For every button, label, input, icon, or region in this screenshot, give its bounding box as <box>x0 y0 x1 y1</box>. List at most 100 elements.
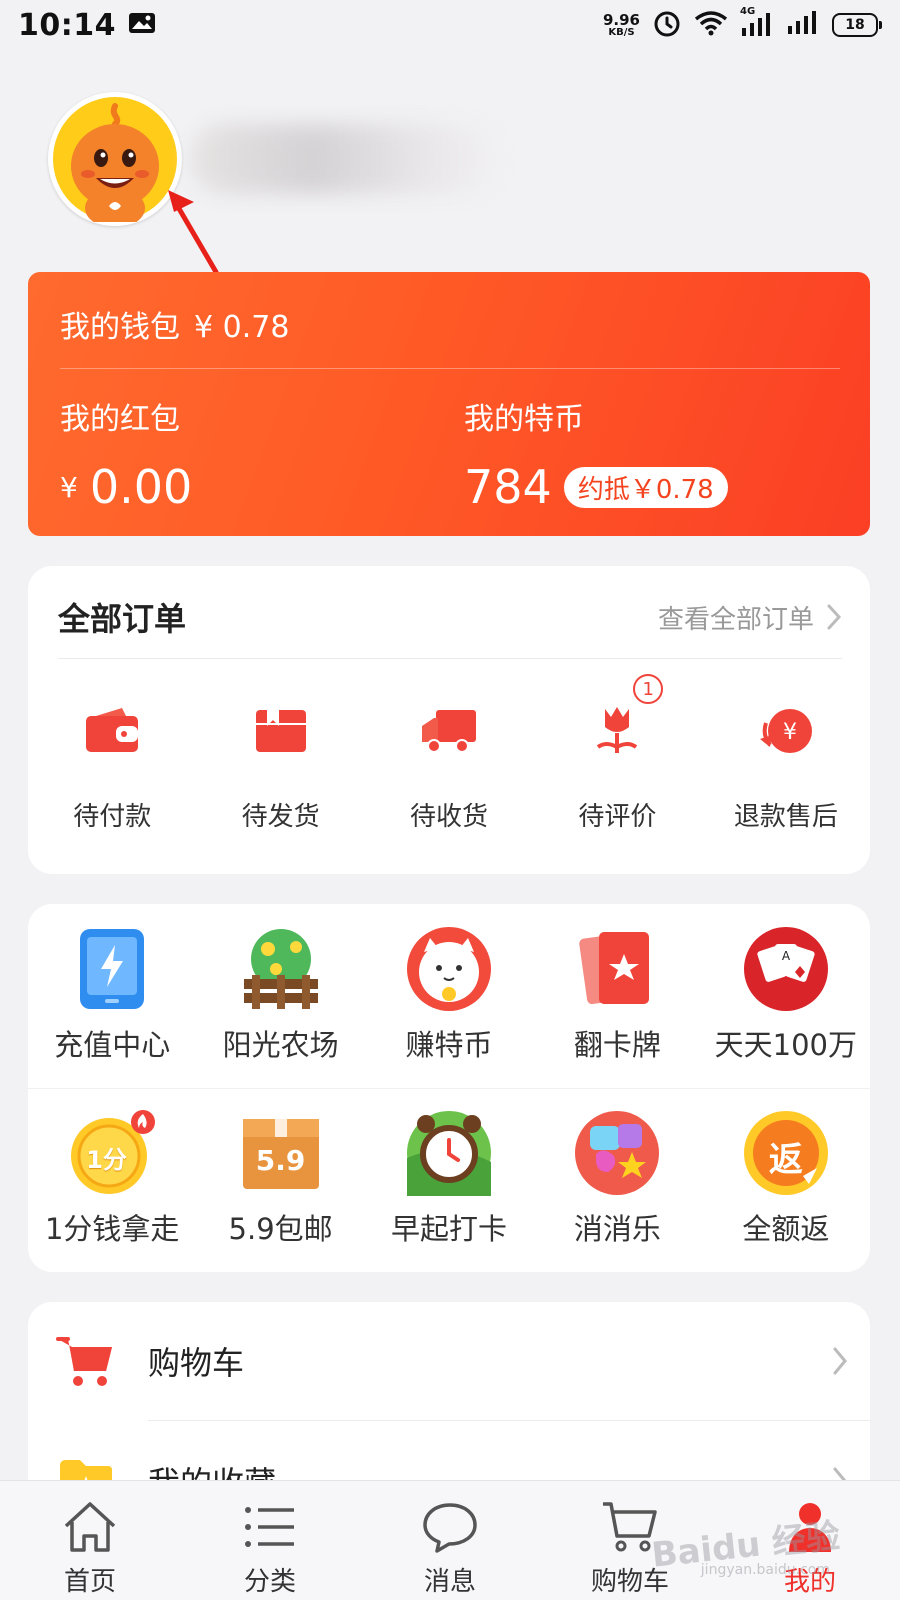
wallet-summary[interactable]: 我的钱包 ¥ 0.78 <box>60 302 289 346</box>
cards-icon <box>574 926 660 1012</box>
redpacket-label: 我的红包 <box>60 402 180 437</box>
service-daily-million-label: 天天100万 <box>714 1028 857 1062</box>
service-one-cent[interactable]: 1分 1分钱拿走 <box>28 1110 196 1248</box>
service-one-cent-label: 1分钱拿走 <box>44 1212 180 1246</box>
redpacket-section[interactable]: 我的红包 ¥ 0.00 <box>60 394 192 514</box>
cashback-icon: 返 <box>743 1110 829 1196</box>
order-pending-payment-label: 待付款 <box>73 802 152 832</box>
net-speed-value: 9.96 <box>602 10 640 29</box>
cashback-coin-text: 返 <box>768 1140 803 1180</box>
service-recharge-center[interactable]: 充值中心 <box>28 926 196 1064</box>
services-row-2: 1分 1分钱拿走 5.9 5.9包邮 早起打卡 消消乐 返 全额返 <box>28 1110 870 1248</box>
nav-category[interactable]: 分类 <box>180 1481 360 1600</box>
orders-divider <box>58 658 842 659</box>
coin-amount-row: 784 约抵￥0.78 <box>464 460 728 514</box>
services-divider <box>28 1088 870 1089</box>
service-free-shipping-label: 5.9包邮 <box>228 1212 333 1246</box>
truck-icon <box>414 696 484 766</box>
service-flip-cards[interactable]: 翻卡牌 <box>533 926 701 1064</box>
chat-bubble-icon <box>420 1497 480 1557</box>
flower-icon <box>582 696 652 766</box>
coin-amount: 784 <box>464 460 552 514</box>
nav-category-label: 分类 <box>243 1567 296 1597</box>
home-icon <box>60 1497 120 1557</box>
network-type-label: 4G <box>740 6 756 17</box>
order-refund-label: 退款售后 <box>733 802 838 832</box>
service-earn-coins-label: 赚特币 <box>405 1028 493 1062</box>
nav-home-label: 首页 <box>63 1567 116 1597</box>
orders-header: 全部订单 查看全部订单 <box>58 586 842 648</box>
phone-recharge-icon <box>69 926 155 1012</box>
profile-header <box>48 92 500 226</box>
order-refund[interactable]: ¥ 退款售后 <box>702 696 870 833</box>
order-pending-receipt-label: 待收货 <box>410 802 489 832</box>
order-pending-payment[interactable]: 待付款 <box>28 696 196 833</box>
nav-messages-label: 消息 <box>423 1567 476 1597</box>
order-pending-review[interactable]: 1 待评价 <box>533 674 701 833</box>
baidu-watermark-url: jingyan.baidu.com <box>700 1562 830 1578</box>
svg-text:A: A <box>782 949 791 963</box>
lucky-cat-icon <box>406 926 492 1012</box>
chevron-right-icon <box>833 1347 847 1375</box>
redpacket-amount-row: ¥ 0.00 <box>60 460 192 514</box>
list-divider <box>148 1420 870 1421</box>
box-icon <box>246 696 316 766</box>
farm-tree-icon <box>238 926 324 1012</box>
service-match-game[interactable]: 消消乐 <box>533 1110 701 1248</box>
service-sunshine-farm[interactable]: 阳光农场 <box>196 926 364 1064</box>
status-right: 9.96 KB/S 4G 18 <box>602 6 882 42</box>
chevron-right-icon <box>827 604 842 630</box>
order-status-row: 待付款 待发货 待收货 1 待评价 ¥ 退款售后 <box>28 674 870 833</box>
wallet-amount: ¥ 0.78 <box>194 310 290 345</box>
battery-icon: 18 <box>832 13 882 37</box>
net-speed: 9.96 KB/S <box>602 10 640 38</box>
coin-label: 我的特币 <box>464 402 584 437</box>
one-cent-coin-icon: 1分 <box>69 1110 156 1196</box>
service-recharge-center-label: 充值中心 <box>54 1028 171 1062</box>
list-item-cart[interactable]: 购物车 <box>28 1302 870 1420</box>
list-item-cart-label: 购物车 <box>148 1344 245 1382</box>
candy-icon <box>574 1110 660 1196</box>
review-count-badge: 1 <box>633 674 664 704</box>
nav-home[interactable]: 首页 <box>0 1481 180 1600</box>
wallet-icon <box>77 696 147 766</box>
service-daily-million[interactable]: A 天天100万 <box>702 926 870 1064</box>
list-icon <box>240 1497 300 1557</box>
service-earn-coins[interactable]: 赚特币 <box>365 926 533 1064</box>
wallet-label: 我的钱包 <box>60 310 180 345</box>
alarm-clock-icon <box>406 1110 492 1196</box>
service-flip-cards-label: 翻卡牌 <box>573 1028 661 1062</box>
services-row-1: 充值中心 阳光农场 赚特币 翻卡牌 A 天天100万 <box>28 926 870 1064</box>
net-speed-unit: KB/S <box>608 26 635 38</box>
view-all-orders-label: 查看全部订单 <box>657 604 814 635</box>
username-redacted <box>190 124 500 194</box>
view-all-orders-link[interactable]: 查看全部订单 <box>658 599 842 636</box>
status-time: 10:14 <box>18 7 116 43</box>
parcel-box-text: 5.9 <box>255 1144 306 1177</box>
signal-4g-icon: 4G <box>740 6 774 38</box>
status-left: 10:14 <box>18 8 156 43</box>
coin-section[interactable]: 我的特币 784 约抵￥0.78 <box>464 394 728 514</box>
alarm-icon <box>652 8 682 42</box>
services-card: 充值中心 阳光农场 赚特币 翻卡牌 A 天天100万 1分 1分钱拿走 5.9 … <box>28 904 870 1272</box>
nav-messages[interactable]: 消息 <box>360 1481 540 1600</box>
order-pending-shipment-label: 待发货 <box>241 802 320 832</box>
annotation-arrow-icon <box>168 190 219 275</box>
service-sunshine-farm-label: 阳光农场 <box>222 1028 339 1062</box>
redpacket-amount: 0.00 <box>89 460 193 514</box>
battery-level: 18 <box>845 17 865 33</box>
cart-icon <box>56 1331 116 1391</box>
service-early-checkin[interactable]: 早起打卡 <box>365 1110 533 1248</box>
status-bar: 10:14 9.96 KB/S 4G 18 <box>0 0 900 50</box>
order-pending-shipment[interactable]: 待发货 <box>196 696 364 833</box>
image-notification-icon <box>128 12 156 38</box>
one-cent-coin-text: 1分 <box>86 1146 127 1174</box>
parcel-icon: 5.9 <box>238 1110 324 1196</box>
order-pending-receipt[interactable]: 待收货 <box>365 696 533 833</box>
service-full-cashback-label: 全额返 <box>742 1212 830 1246</box>
signal-icon <box>786 10 820 40</box>
service-free-shipping[interactable]: 5.9 5.9包邮 <box>196 1110 364 1248</box>
wifi-icon <box>694 9 728 41</box>
service-full-cashback[interactable]: 返 全额返 <box>702 1110 870 1248</box>
wallet-card[interactable]: 我的钱包 ¥ 0.78 我的红包 ¥ 0.00 我的特币 784 约抵￥0.78 <box>28 272 870 536</box>
